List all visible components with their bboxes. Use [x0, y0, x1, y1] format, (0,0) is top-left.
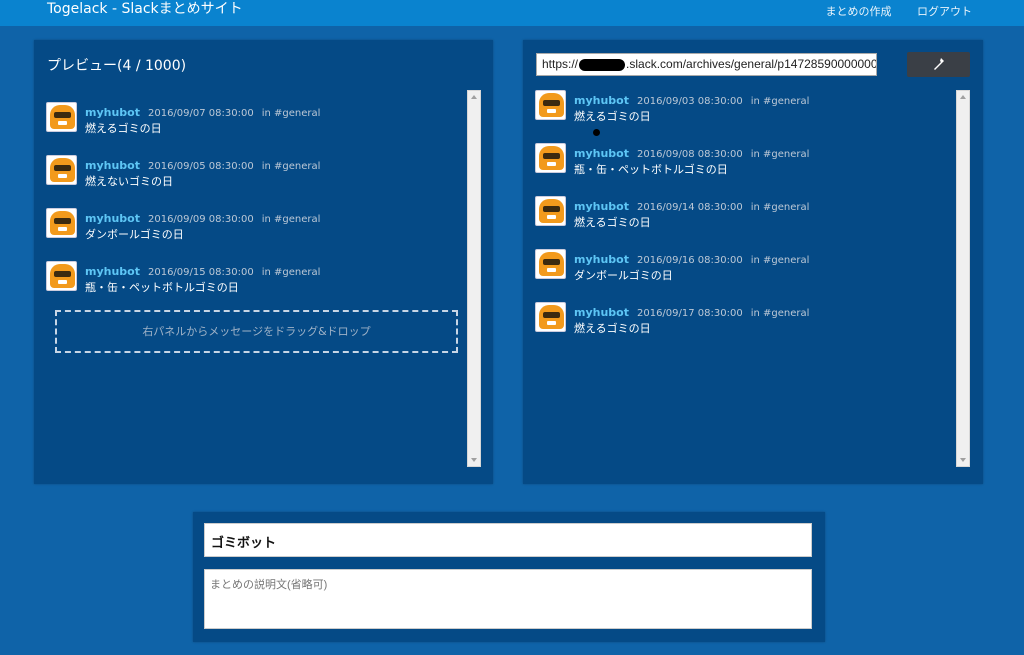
message-user[interactable]: myhubot	[574, 94, 629, 107]
drag-cursor	[593, 129, 600, 136]
robot-avatar-icon	[46, 155, 77, 185]
message-timestamp: 2016/09/09 08:30:00	[147, 214, 254, 225]
message-channel: in #general	[750, 308, 810, 319]
scroll-down-icon[interactable]	[960, 458, 966, 462]
robot-avatar-icon	[535, 196, 566, 226]
top-navbar: Togelack - Slackまとめサイト まとめの作成 ログアウト	[0, 0, 1024, 26]
fetch-button[interactable]	[907, 52, 970, 77]
message-user[interactable]: myhubot	[574, 253, 629, 266]
nav-logout[interactable]: ログアウト	[917, 5, 972, 18]
message-user[interactable]: myhubot	[574, 147, 629, 160]
message-channel: in #general	[261, 108, 321, 119]
message-text: ダンボールゴミの日	[574, 269, 673, 282]
site-brand[interactable]: Togelack - Slackまとめサイト	[47, 0, 243, 18]
message-timestamp: 2016/09/16 08:30:00	[636, 255, 743, 266]
message-user[interactable]: myhubot	[574, 200, 629, 213]
message-user[interactable]: myhubot	[85, 212, 140, 225]
robot-avatar-icon	[535, 90, 566, 120]
message-timestamp: 2016/09/15 08:30:00	[147, 267, 254, 278]
url-prefix: https://	[542, 57, 579, 71]
message-channel: in #general	[261, 214, 321, 225]
robot-avatar-icon	[46, 261, 77, 291]
slack-url-input[interactable]: https:// .slack.com/archives/general/p147…	[536, 53, 877, 76]
message-text: 燃えるゴミの日	[574, 322, 651, 335]
message-text: 燃えないゴミの日	[85, 175, 173, 188]
url-suffix: .slack.com/archives/general/p14728590000…	[626, 57, 877, 71]
preview-title: プレビュー(4 / 1000)	[47, 58, 187, 74]
robot-avatar-icon	[535, 143, 566, 173]
message-text: 燃えるゴミの日	[574, 216, 651, 229]
preview-message[interactable]: myhubot 2016/09/09 08:30:00 in #general ダン…	[46, 206, 466, 259]
robot-avatar-icon	[46, 208, 77, 238]
drop-zone[interactable]: 右パネルからメッセージをドラッグ&ドロップ	[55, 310, 458, 353]
source-scrollbar[interactable]	[956, 90, 970, 467]
source-panel: https:// .slack.com/archives/general/p147…	[523, 40, 983, 484]
message-channel: in #general	[750, 255, 810, 266]
source-message[interactable]: myhubot 2016/09/16 08:30:00 in #general ダン…	[535, 247, 955, 300]
message-timestamp: 2016/09/03 08:30:00	[636, 96, 743, 107]
source-message-list: myhubot 2016/09/03 08:30:00 in #general 燃え…	[535, 88, 955, 353]
message-user[interactable]: myhubot	[85, 106, 140, 119]
message-timestamp: 2016/09/07 08:30:00	[147, 108, 254, 119]
message-channel: in #general	[261, 161, 321, 172]
message-text: ダンボールゴミの日	[85, 228, 184, 241]
nav-menu: まとめの作成 ログアウト	[804, 3, 973, 19]
eyedropper-icon	[934, 58, 944, 70]
robot-avatar-icon	[535, 249, 566, 279]
robot-avatar-icon	[46, 102, 77, 132]
summary-form: ゴミボット	[193, 512, 825, 642]
message-text: 燃えるゴミの日	[85, 122, 162, 135]
scroll-up-icon[interactable]	[960, 95, 966, 99]
source-message[interactable]: myhubot 2016/09/08 08:30:00 in #general 瓶・…	[535, 141, 955, 194]
summary-title-input[interactable]: ゴミボット	[204, 523, 812, 557]
preview-message[interactable]: myhubot 2016/09/07 08:30:00 in #general 燃え…	[46, 100, 466, 153]
scroll-down-icon[interactable]	[471, 458, 477, 462]
nav-create-summary[interactable]: まとめの作成	[826, 5, 892, 18]
message-channel: in #general	[750, 202, 810, 213]
summary-description-input[interactable]	[204, 569, 812, 629]
redaction-mark	[579, 58, 626, 71]
preview-message[interactable]: myhubot 2016/09/05 08:30:00 in #general 燃え…	[46, 153, 466, 206]
message-user[interactable]: myhubot	[85, 265, 140, 278]
message-text: 燃えるゴミの日	[574, 110, 651, 123]
message-text: 瓶・缶・ペットボトルゴミの日	[574, 163, 728, 176]
robot-avatar-icon	[535, 302, 566, 332]
preview-message-list: myhubot 2016/09/07 08:30:00 in #general 燃え…	[46, 100, 466, 312]
message-text: 瓶・缶・ペットボトルゴミの日	[85, 281, 239, 294]
message-timestamp: 2016/09/17 08:30:00	[636, 308, 743, 319]
scroll-up-icon[interactable]	[471, 95, 477, 99]
message-channel: in #general	[750, 96, 810, 107]
message-user[interactable]: myhubot	[574, 306, 629, 319]
source-message[interactable]: myhubot 2016/09/14 08:30:00 in #general 燃え…	[535, 194, 955, 247]
preview-message[interactable]: myhubot 2016/09/15 08:30:00 in #general 瓶・…	[46, 259, 466, 312]
message-timestamp: 2016/09/08 08:30:00	[636, 149, 743, 160]
message-timestamp: 2016/09/05 08:30:00	[147, 161, 254, 172]
message-user[interactable]: myhubot	[85, 159, 140, 172]
message-timestamp: 2016/09/14 08:30:00	[636, 202, 743, 213]
preview-scrollbar[interactable]	[467, 90, 481, 467]
message-channel: in #general	[750, 149, 810, 160]
source-message[interactable]: myhubot 2016/09/17 08:30:00 in #general 燃え…	[535, 300, 955, 353]
preview-panel: プレビュー(4 / 1000) myhubot 2016/09/07 08:30:…	[34, 40, 493, 484]
message-channel: in #general	[261, 267, 321, 278]
